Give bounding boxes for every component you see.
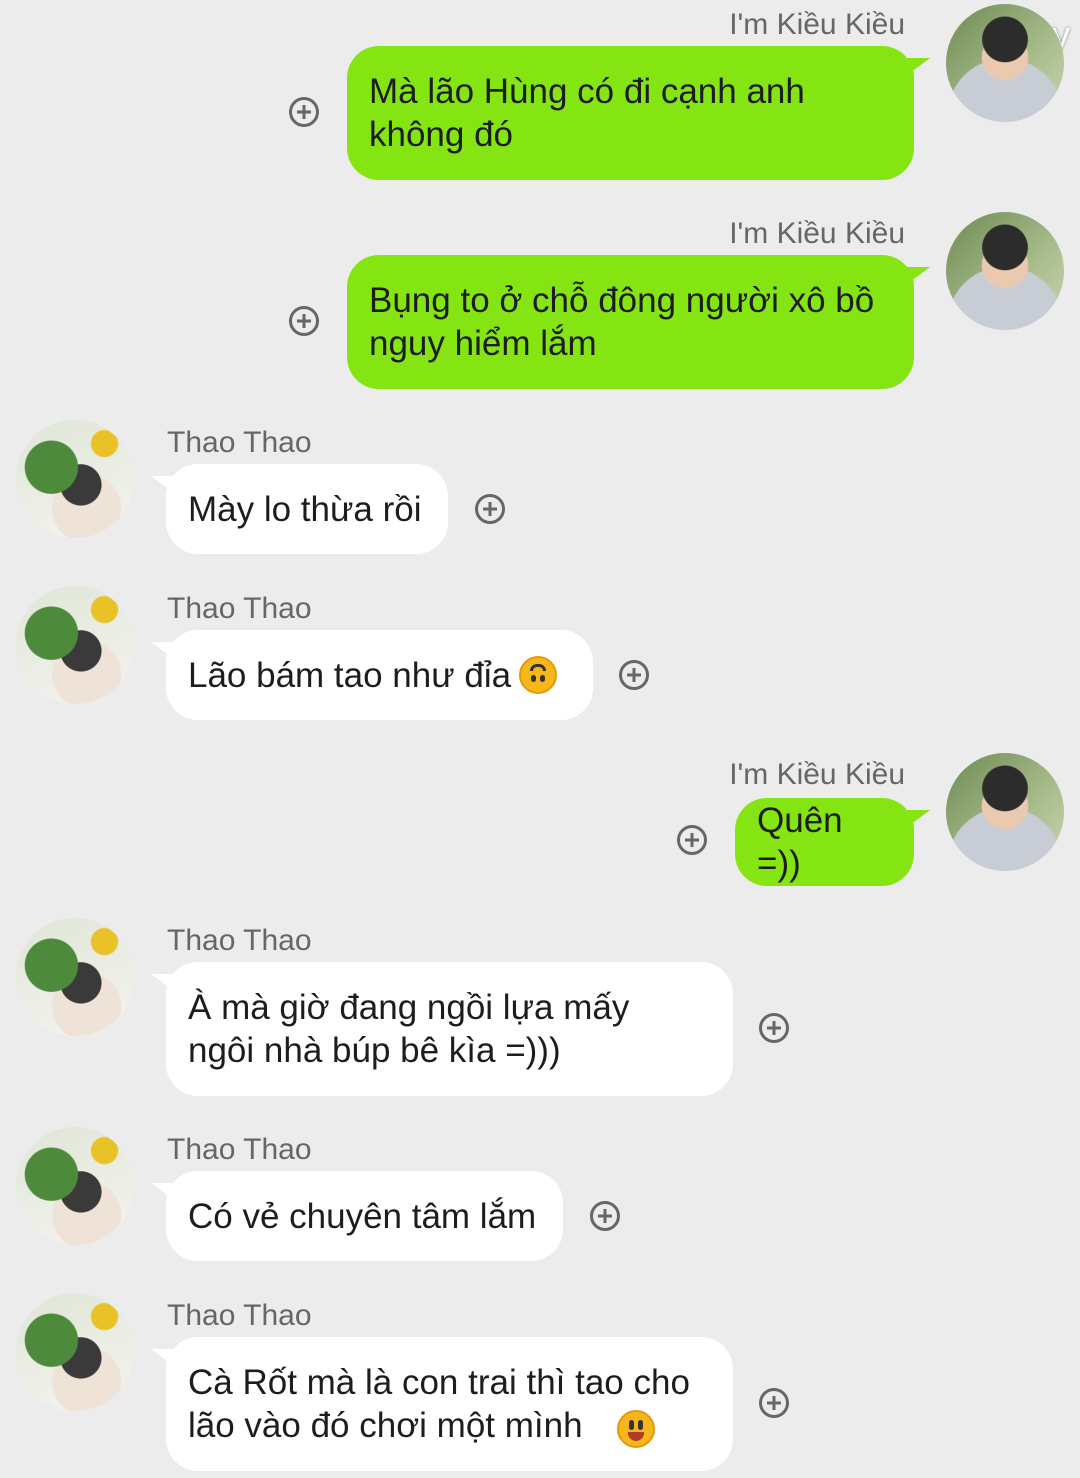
upside-down-face-icon bbox=[519, 656, 558, 694]
bubble-tail bbox=[906, 58, 930, 76]
avatar[interactable] bbox=[16, 1293, 134, 1411]
message-text: Bụng to ở chỗ đông người xô bồ nguy hiểm… bbox=[369, 281, 875, 363]
avatar[interactable] bbox=[16, 420, 134, 538]
bubble-tail bbox=[906, 810, 930, 828]
message-bubble[interactable]: Mà lão Hùng có đi cạnh anh không đó bbox=[347, 46, 914, 180]
message-bubble[interactable]: Cà Rốt mà là con trai thì tao cho lão và… bbox=[166, 1337, 733, 1471]
add-reaction-icon[interactable] bbox=[759, 1388, 789, 1418]
sender-name: I'm Kiều Kiều bbox=[729, 8, 905, 41]
message-text: Lão bám tao như đỉa bbox=[188, 655, 512, 695]
add-reaction-icon[interactable] bbox=[475, 494, 505, 524]
add-reaction-icon[interactable] bbox=[619, 660, 649, 690]
add-reaction-icon[interactable] bbox=[289, 97, 319, 127]
message-text: Cà Rốt mà là con trai thì tao cho lão và… bbox=[188, 1363, 690, 1445]
sender-name: I'm Kiều Kiều bbox=[729, 217, 905, 250]
sender-name: Thao Thao bbox=[167, 924, 312, 957]
grinning-face-icon bbox=[617, 1410, 655, 1448]
avatar[interactable] bbox=[16, 586, 134, 704]
avatar[interactable] bbox=[16, 918, 134, 1036]
sender-name: I'm Kiều Kiều bbox=[729, 758, 905, 791]
message-bubble[interactable]: Mày lo thừa rồi bbox=[166, 464, 448, 554]
message-text: Có vẻ chuyên tâm lắm bbox=[188, 1196, 537, 1236]
avatar[interactable] bbox=[946, 753, 1064, 871]
message-bubble[interactable]: Lão bám tao như đỉa bbox=[166, 630, 593, 720]
add-reaction-icon[interactable] bbox=[289, 306, 319, 336]
sender-name: Thao Thao bbox=[167, 1299, 312, 1332]
message-text: Quên =)) bbox=[757, 801, 843, 883]
add-reaction-icon[interactable] bbox=[590, 1201, 620, 1231]
add-reaction-icon[interactable] bbox=[759, 1013, 789, 1043]
sender-name: Thao Thao bbox=[167, 426, 312, 459]
message-bubble[interactable]: Quên =)) bbox=[735, 798, 914, 886]
message-text: Mà lão Hùng có đi cạnh anh không đó bbox=[369, 72, 805, 154]
message-bubble[interactable]: À mà giờ đang ngồi lựa mấy ngôi nhà búp … bbox=[166, 962, 733, 1096]
message-text: À mà giờ đang ngồi lựa mấy ngôi nhà búp … bbox=[188, 988, 630, 1070]
add-reaction-icon[interactable] bbox=[677, 825, 707, 855]
message-bubble[interactable]: Có vẻ chuyên tâm lắm bbox=[166, 1171, 563, 1261]
avatar[interactable] bbox=[16, 1127, 134, 1245]
message-bubble[interactable]: Bụng to ở chỗ đông người xô bồ nguy hiểm… bbox=[347, 255, 914, 389]
bubble-tail bbox=[906, 267, 930, 285]
avatar[interactable] bbox=[946, 4, 1064, 122]
message-text: Mày lo thừa rồi bbox=[188, 489, 422, 529]
sender-name: Thao Thao bbox=[167, 1133, 312, 1166]
avatar[interactable] bbox=[946, 212, 1064, 330]
sender-name: Thao Thao bbox=[167, 592, 312, 625]
